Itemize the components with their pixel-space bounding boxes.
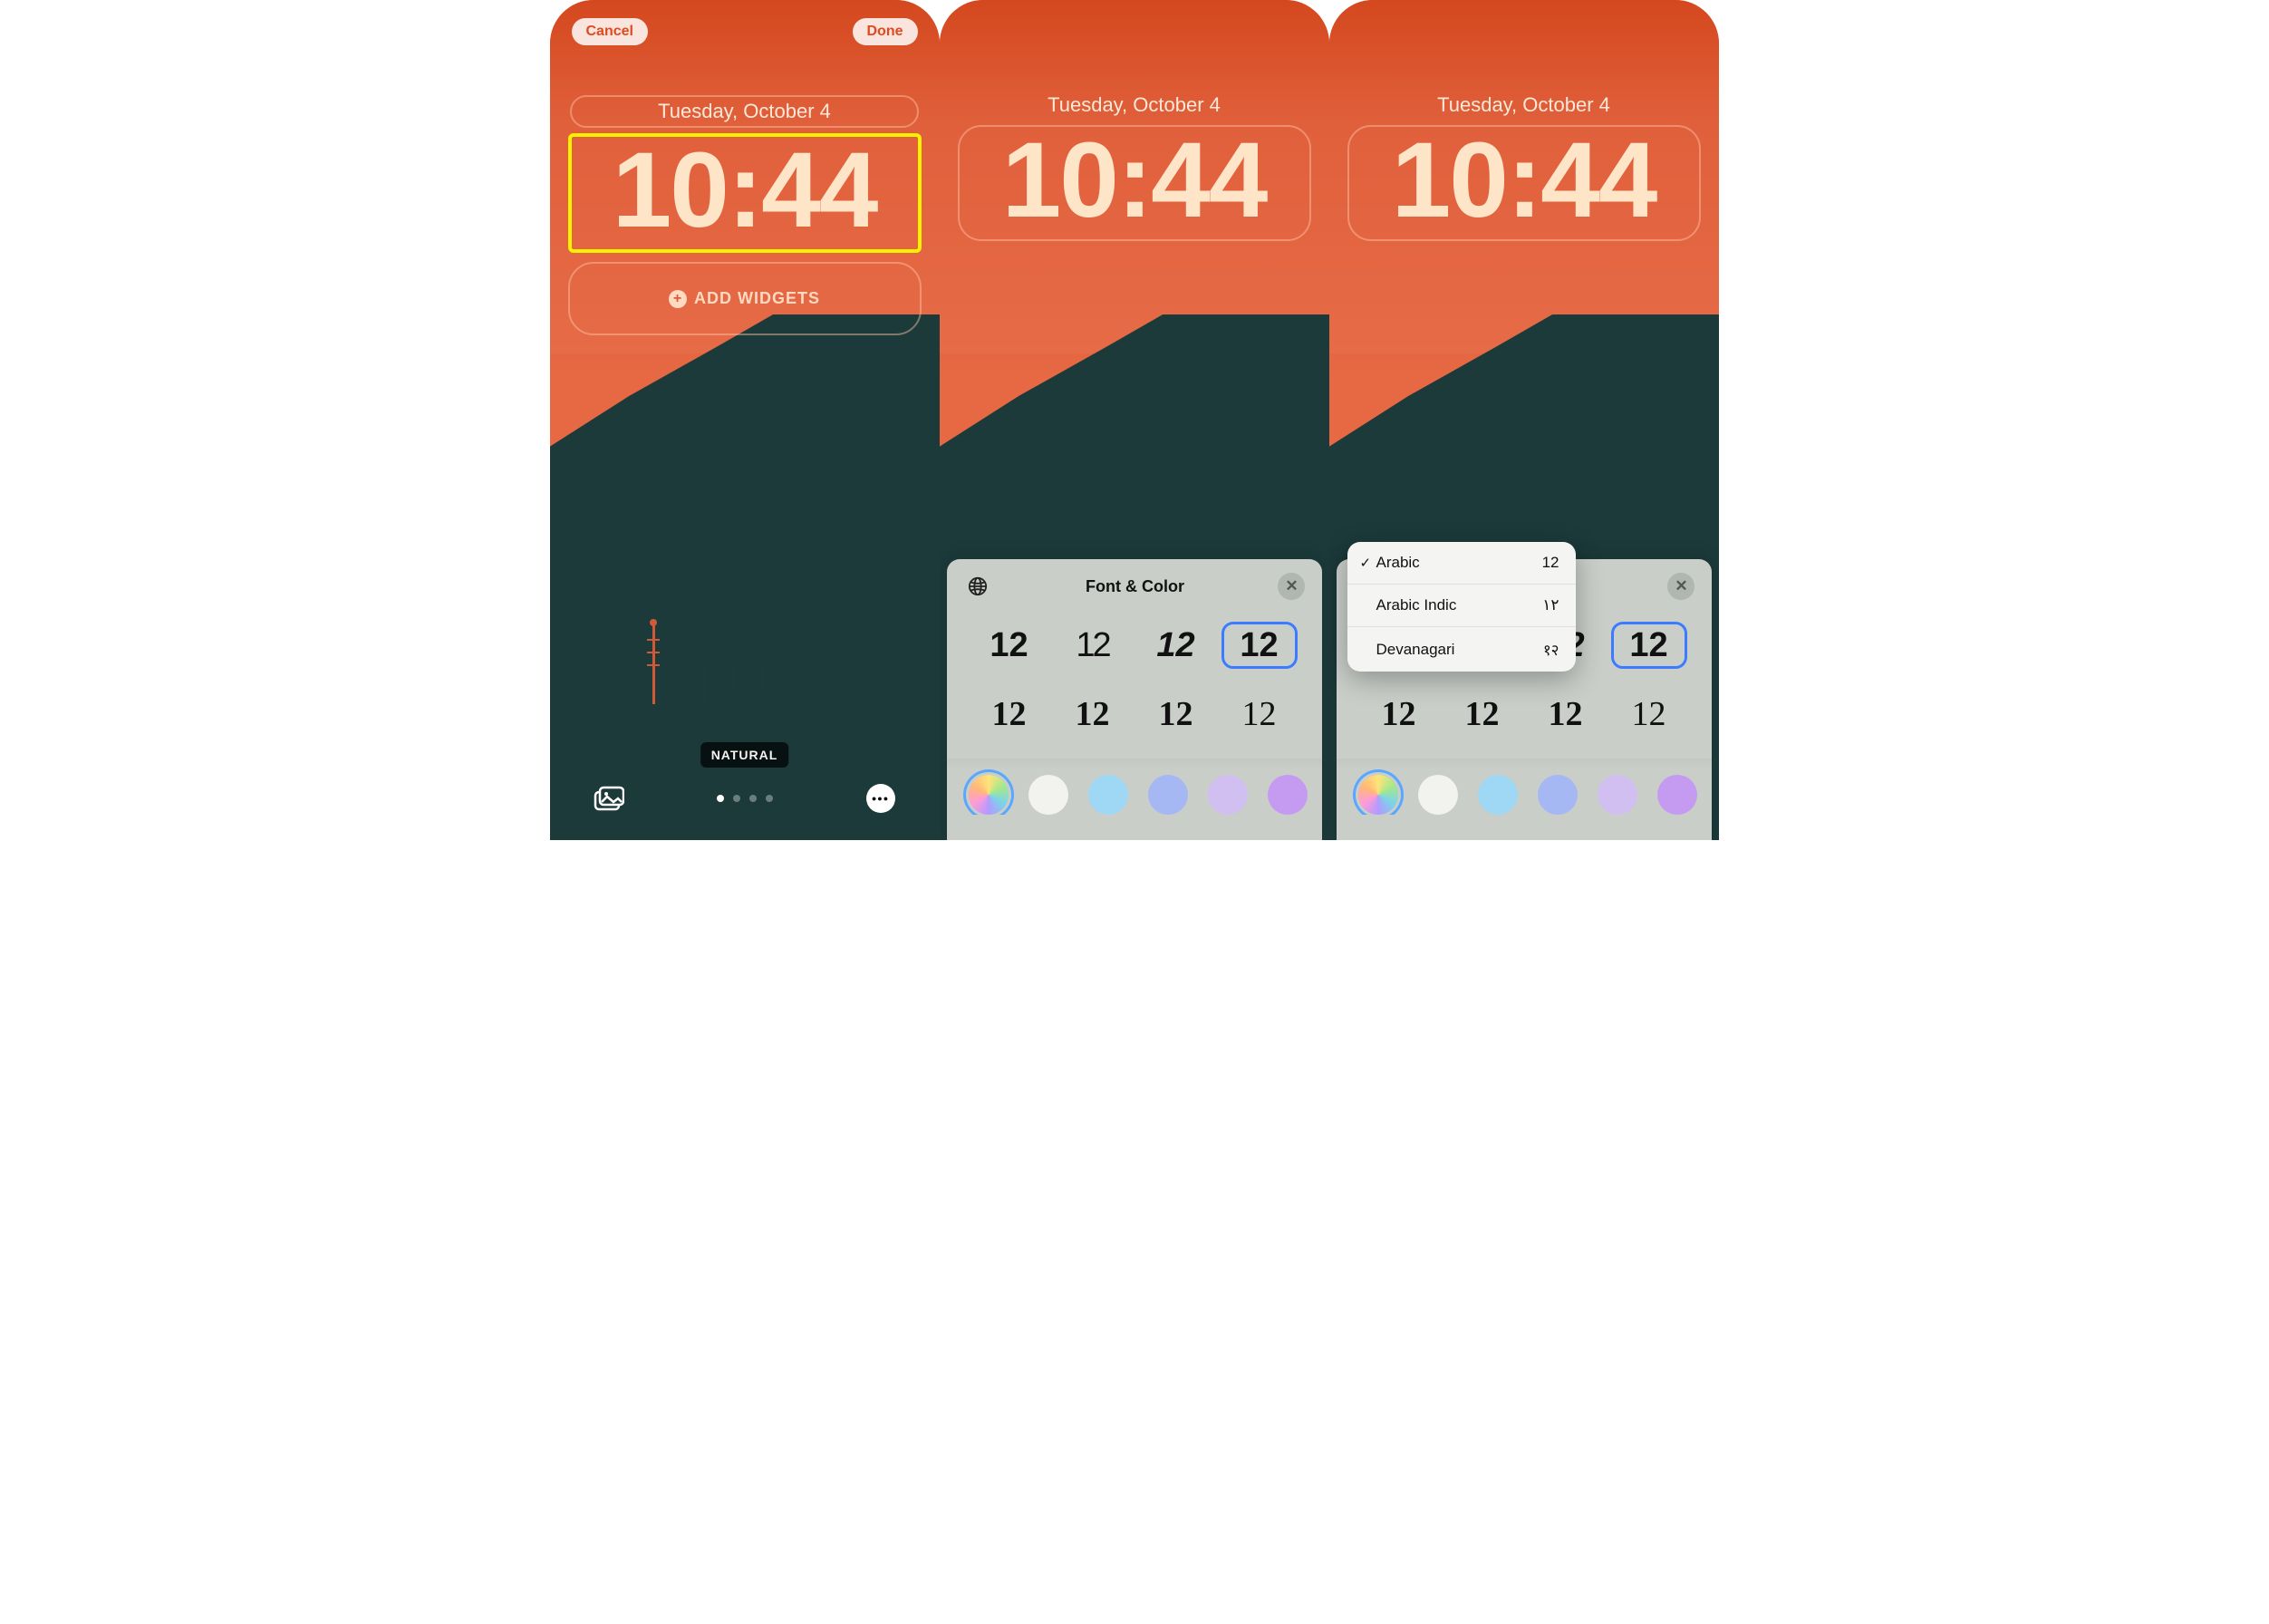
add-widgets-label: ADD WIDGETS: [694, 289, 820, 308]
dropdown-item-arabic-indic[interactable]: Arabic Indic ١٢: [1347, 585, 1576, 627]
font-option[interactable]: 12: [1139, 623, 1213, 668]
dropdown-item-arabic[interactable]: ✓ Arabic 12: [1347, 542, 1576, 585]
phone-screen-2: Tuesday, October 4 10:44 Font & Color ✕: [940, 0, 1329, 840]
sheet-title: Font & Color: [1086, 577, 1184, 596]
phone-screen-1: Cancel Done Tuesday, October 4 10:44 + A…: [550, 0, 940, 840]
globe-button[interactable]: [963, 572, 992, 601]
dropdown-sample: १२: [1543, 639, 1559, 660]
cancel-button[interactable]: Cancel: [572, 18, 648, 45]
more-button[interactable]: ●●●: [864, 784, 898, 813]
dropdown-item-devanagari[interactable]: Devanagari १२: [1347, 627, 1576, 672]
clock-widget[interactable]: 10:44: [1347, 125, 1701, 241]
page-dot: [733, 795, 740, 802]
color-swatch-violet[interactable]: [1268, 775, 1308, 815]
dropdown-sample: 12: [1542, 554, 1559, 572]
page-dot: [766, 795, 773, 802]
font-option[interactable]: 12: [1445, 691, 1520, 737]
date-widget[interactable]: Tuesday, October 4: [570, 95, 919, 128]
font-option[interactable]: 12: [972, 623, 1047, 668]
font-option[interactable]: 12: [1612, 623, 1686, 668]
color-swatch-violet[interactable]: [1657, 775, 1697, 815]
numeral-dropdown: ✓ Arabic 12 Arabic Indic ١٢ Devanagari १…: [1347, 542, 1576, 672]
phone-screen-3: Tuesday, October 4 10:44 Font & Color ✕: [1329, 0, 1719, 840]
page-dot: [717, 795, 724, 802]
font-option[interactable]: 12: [1612, 691, 1686, 737]
color-swatch-white[interactable]: [1028, 775, 1068, 815]
font-grid: 12 12 12 12 12 12 12 12: [947, 610, 1322, 759]
color-swatch-white[interactable]: [1418, 775, 1458, 815]
close-button[interactable]: ✕: [1278, 573, 1305, 600]
font-option[interactable]: 12: [1056, 691, 1130, 737]
font-option[interactable]: 12: [1222, 691, 1297, 737]
font-option[interactable]: 12: [1362, 691, 1436, 737]
date-widget[interactable]: Tuesday, October 4: [960, 91, 1308, 120]
dropdown-label: Arabic Indic: [1376, 596, 1543, 614]
color-swatch-cyan[interactable]: [1478, 775, 1518, 815]
gallery-button[interactable]: [592, 784, 626, 813]
check-icon: ✓: [1360, 555, 1376, 571]
color-swatch-blue[interactable]: [1148, 775, 1188, 815]
dropdown-label: Devanagari: [1376, 641, 1543, 659]
dropdown-label: Arabic: [1376, 554, 1542, 572]
clock-widget[interactable]: 10:44: [568, 133, 922, 253]
add-widgets-button[interactable]: + ADD WIDGETS: [568, 262, 922, 335]
pagination-dots[interactable]: [717, 795, 773, 802]
color-swatch-cyan[interactable]: [1088, 775, 1128, 815]
font-option[interactable]: 12: [972, 691, 1047, 737]
font-option[interactable]: 12: [1139, 691, 1213, 737]
clock-widget[interactable]: 10:44: [958, 125, 1311, 241]
font-option[interactable]: 12: [1529, 691, 1603, 737]
color-swatch-rainbow[interactable]: [1358, 775, 1398, 815]
filter-label: NATURAL: [700, 742, 789, 768]
done-button[interactable]: Done: [853, 18, 918, 45]
color-row: [947, 759, 1322, 815]
color-swatch-lavender[interactable]: [1598, 775, 1637, 815]
close-button[interactable]: ✕: [1667, 573, 1695, 600]
dropdown-sample: ١٢: [1542, 596, 1559, 614]
font-option[interactable]: 12: [1056, 623, 1130, 668]
date-widget[interactable]: Tuesday, October 4: [1349, 91, 1698, 120]
plus-icon: +: [669, 290, 687, 308]
color-swatch-lavender[interactable]: [1208, 775, 1248, 815]
color-row: [1337, 759, 1712, 815]
font-color-sheet: Font & Color ✕ 12 12 12 12 12 12 12 12: [947, 559, 1322, 840]
color-swatch-rainbow[interactable]: [969, 775, 1009, 815]
font-option[interactable]: 12: [1222, 623, 1297, 668]
page-dot: [749, 795, 757, 802]
color-swatch-blue[interactable]: [1538, 775, 1578, 815]
